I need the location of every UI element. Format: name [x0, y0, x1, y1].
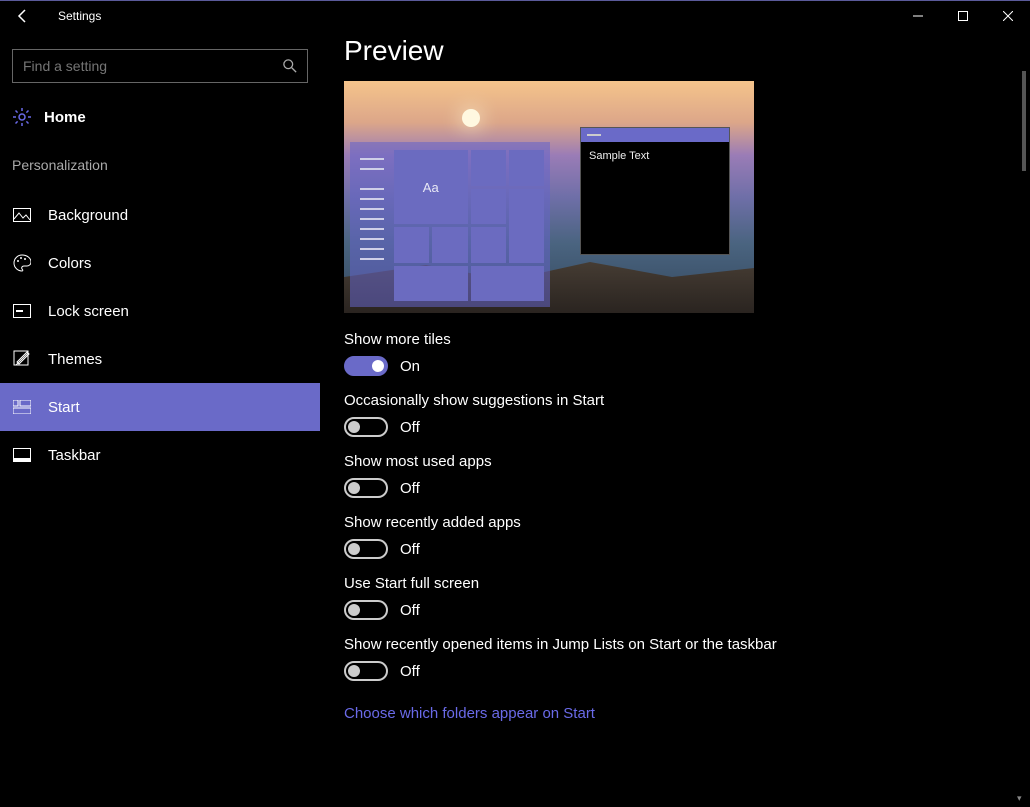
preview-image: Aa Sample Text	[344, 81, 754, 313]
toggle-state: Off	[400, 602, 420, 619]
sidebar-item-taskbar[interactable]: Taskbar	[0, 431, 320, 479]
toggle-state: Off	[400, 419, 420, 436]
toggle-full-screen[interactable]	[344, 600, 388, 620]
preview-tile-big: Aa	[394, 150, 468, 224]
gear-icon	[12, 107, 32, 127]
lockscreen-icon	[12, 301, 32, 321]
content-area: Preview Aa	[320, 31, 1030, 807]
toggle-recently-added[interactable]	[344, 539, 388, 559]
section-label: Personalization	[0, 147, 320, 191]
close-button[interactable]	[985, 1, 1030, 31]
toggle-jump-lists[interactable]	[344, 661, 388, 681]
toggle-state: Off	[400, 480, 420, 497]
sidebar-item-colors[interactable]: Colors	[0, 239, 320, 287]
sidebar-item-label: Taskbar	[48, 447, 101, 464]
taskbar-icon	[12, 445, 32, 465]
toggle-state: Off	[400, 541, 420, 558]
sidebar-item-lockscreen[interactable]: Lock screen	[0, 287, 320, 335]
search-box[interactable]	[12, 49, 308, 83]
toggle-suggestions[interactable]	[344, 417, 388, 437]
picture-icon	[12, 205, 32, 225]
toggle-label-most-used: Show most used apps	[344, 453, 1030, 470]
scrollbar[interactable]: ▾	[1014, 31, 1028, 807]
close-icon	[1003, 11, 1013, 21]
sidebar-item-start[interactable]: Start	[0, 383, 320, 431]
window-title: Settings	[58, 9, 101, 23]
maximize-icon	[958, 11, 968, 21]
start-icon	[12, 397, 32, 417]
preview-sample-window: Sample Text	[580, 127, 730, 255]
titlebar: Settings	[0, 1, 1030, 31]
toggle-label-more-tiles: Show more tiles	[344, 331, 1030, 348]
toggle-label-suggestions: Occasionally show suggestions in Start	[344, 392, 1030, 409]
preview-start-menu: Aa	[350, 142, 550, 307]
toggle-label-jump-lists: Show recently opened items in Jump Lists…	[344, 636, 1030, 653]
search-input[interactable]	[23, 58, 283, 74]
sidebar-item-label: Colors	[48, 255, 91, 272]
sidebar-item-label: Lock screen	[48, 303, 129, 320]
toggle-state: Off	[400, 663, 420, 680]
home-nav[interactable]: Home	[0, 97, 320, 137]
toggle-state: On	[400, 358, 420, 375]
arrow-left-icon	[15, 8, 31, 24]
search-icon	[283, 59, 297, 73]
sidebar: Home Personalization Background Colors L…	[0, 31, 320, 807]
toggle-most-used[interactable]	[344, 478, 388, 498]
folders-link[interactable]: Choose which folders appear on Start	[344, 705, 595, 722]
themes-icon	[12, 349, 32, 369]
sidebar-item-themes[interactable]: Themes	[0, 335, 320, 383]
preview-sample-text: Sample Text	[581, 142, 729, 170]
toggle-label-full-screen: Use Start full screen	[344, 575, 1030, 592]
home-label: Home	[44, 109, 86, 126]
scroll-down-icon[interactable]: ▾	[1017, 793, 1027, 803]
sidebar-item-label: Background	[48, 207, 128, 224]
scrollbar-thumb[interactable]	[1022, 71, 1026, 171]
maximize-button[interactable]	[940, 1, 985, 31]
minimize-icon	[913, 11, 923, 21]
palette-icon	[12, 253, 32, 273]
sidebar-item-label: Start	[48, 399, 80, 416]
toggle-more-tiles[interactable]	[344, 356, 388, 376]
back-button[interactable]	[8, 1, 38, 31]
page-heading: Preview	[344, 35, 1030, 67]
toggle-label-recently-added: Show recently added apps	[344, 514, 1030, 531]
sidebar-item-label: Themes	[48, 351, 102, 368]
sidebar-item-background[interactable]: Background	[0, 191, 320, 239]
minimize-button[interactable]	[895, 1, 940, 31]
